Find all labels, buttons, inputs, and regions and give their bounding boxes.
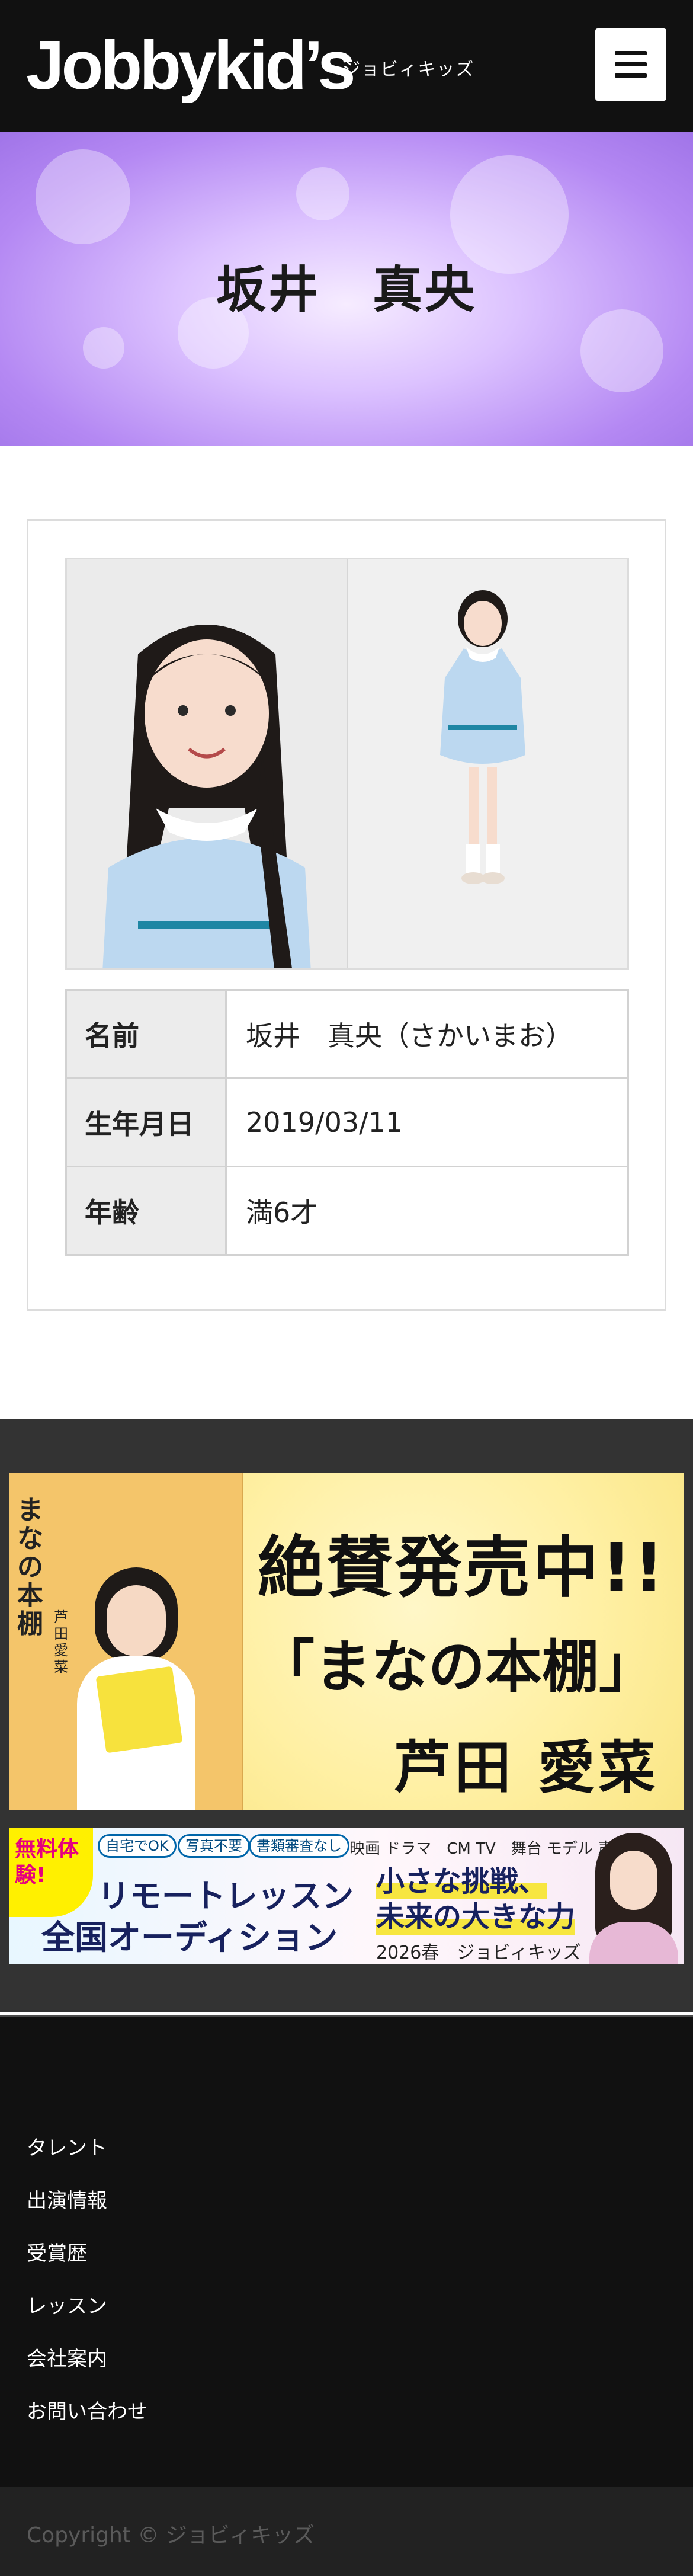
banner-area: まなの本棚 芦田愛菜 絶賛発売中!! 「まなの本棚」 芦田 愛菜 無料体験! 自… xyxy=(0,1419,693,2012)
feature-tag: 写真不要 xyxy=(178,1834,250,1858)
tagline-line-1: 小さな挑戦、 xyxy=(376,1864,547,1899)
table-row: 年齢 満6才 xyxy=(65,1166,629,1256)
footer-link-lessons[interactable]: レッスン xyxy=(27,2293,147,2346)
name-value: 坂井 真央（さかいまお） xyxy=(225,989,629,1079)
bokeh-light xyxy=(580,309,663,392)
season-label: 2026春 ジョビィキッズ xyxy=(376,1943,581,1963)
menu-bar xyxy=(615,62,647,66)
footer-link-talent[interactable]: タレント xyxy=(27,2135,147,2188)
footer-link-contact[interactable]: お問い合わせ xyxy=(27,2399,147,2452)
free-trial-badge: 無料体験! xyxy=(9,1828,93,1917)
site-header: Jobbykid’s ジョビィキッズ xyxy=(0,0,693,132)
full-body-photo[interactable] xyxy=(348,559,629,970)
page-title: 坂井 真央 xyxy=(216,261,477,319)
tagline-line-2: 未来の大きな力 xyxy=(376,1899,576,1935)
banner-author: 芦田 愛菜 xyxy=(394,1735,659,1801)
author-photo xyxy=(77,1567,195,1810)
national-audition-text: 全国オーディション xyxy=(41,1919,338,1957)
model-face xyxy=(610,1851,657,1910)
banner-headline: 絶賛発売中!! xyxy=(258,1529,667,1607)
table-row: 生年月日 2019/03/11 xyxy=(65,1077,629,1167)
book-promo-banner[interactable]: まなの本棚 芦田愛菜 絶賛発売中!! 「まなの本棚」 芦田 愛菜 xyxy=(9,1473,684,1810)
profile-card: 名前 坂井 真央（さかいまお） 生年月日 2019/03/11 年齢 満6才 xyxy=(27,519,666,1311)
site-logo-subtitle: ジョビィキッズ xyxy=(342,59,475,80)
feature-tag: 自宅でOK xyxy=(98,1834,177,1858)
hamburger-menu-icon[interactable] xyxy=(595,28,666,101)
menu-bar xyxy=(615,73,647,78)
author-face xyxy=(107,1585,166,1656)
table-row: 名前 坂井 真央（さかいまお） xyxy=(65,989,629,1079)
footer-nav: タレント 出演情報 受賞歴 レッスン 会社案内 お問い合わせ xyxy=(27,2135,147,2452)
site-logo[interactable]: Jobbykid’s xyxy=(26,24,356,107)
book-cover-title: まなの本棚 xyxy=(17,1495,43,1639)
menu-bar xyxy=(615,51,647,55)
yellow-book xyxy=(95,1666,183,1753)
site-footer: タレント 出演情報 受賞歴 レッスン 会社案内 お問い合わせ xyxy=(0,2015,693,2487)
banner-book-name: 「まなの本棚」 xyxy=(258,1634,656,1700)
headshot-photo[interactable] xyxy=(67,559,346,970)
feature-tag: 書類審査なし xyxy=(249,1834,349,1858)
age-value: 満6才 xyxy=(225,1166,629,1256)
bokeh-light xyxy=(296,167,349,220)
bokeh-light xyxy=(36,149,130,244)
hero-banner: 坂井 真央 xyxy=(0,132,693,446)
footer-link-company[interactable]: 会社案内 xyxy=(27,2346,147,2399)
age-label: 年齢 xyxy=(65,1166,227,1256)
model-photo xyxy=(589,1833,678,1964)
profile-info-table: 名前 坂井 真央（さかいまお） 生年月日 2019/03/11 年齢 満6才 xyxy=(65,989,629,1256)
book-cover: まなの本棚 芦田愛菜 xyxy=(9,1473,243,1810)
birthdate-value: 2019/03/11 xyxy=(225,1077,629,1167)
copyright-text: Copyright © ジョビィキッズ xyxy=(27,2523,315,2548)
birthdate-label: 生年月日 xyxy=(65,1077,227,1167)
name-label: 名前 xyxy=(65,989,227,1079)
remote-lesson-text: リモートレッスン xyxy=(98,1877,354,1915)
audition-categories: 映画 ドラマ CM TV 舞台 モデル 声優 xyxy=(349,1840,629,1858)
footer-link-appearances[interactable]: 出演情報 xyxy=(27,2188,147,2241)
footer-link-awards[interactable]: 受賞歴 xyxy=(27,2241,147,2293)
copyright-bar: Copyright © ジョビィキッズ xyxy=(0,2487,693,2576)
audition-banner[interactable]: 無料体験! 自宅でOK 写真不要 書類審査なし 映画 ドラマ CM TV 舞台 … xyxy=(9,1828,684,1964)
book-cover-author: 芦田愛菜 xyxy=(54,1609,68,1675)
banner-tagline: 小さな挑戦、 未来の大きな力 xyxy=(376,1864,576,1935)
profile-photos xyxy=(65,558,629,970)
bokeh-light xyxy=(83,327,124,369)
